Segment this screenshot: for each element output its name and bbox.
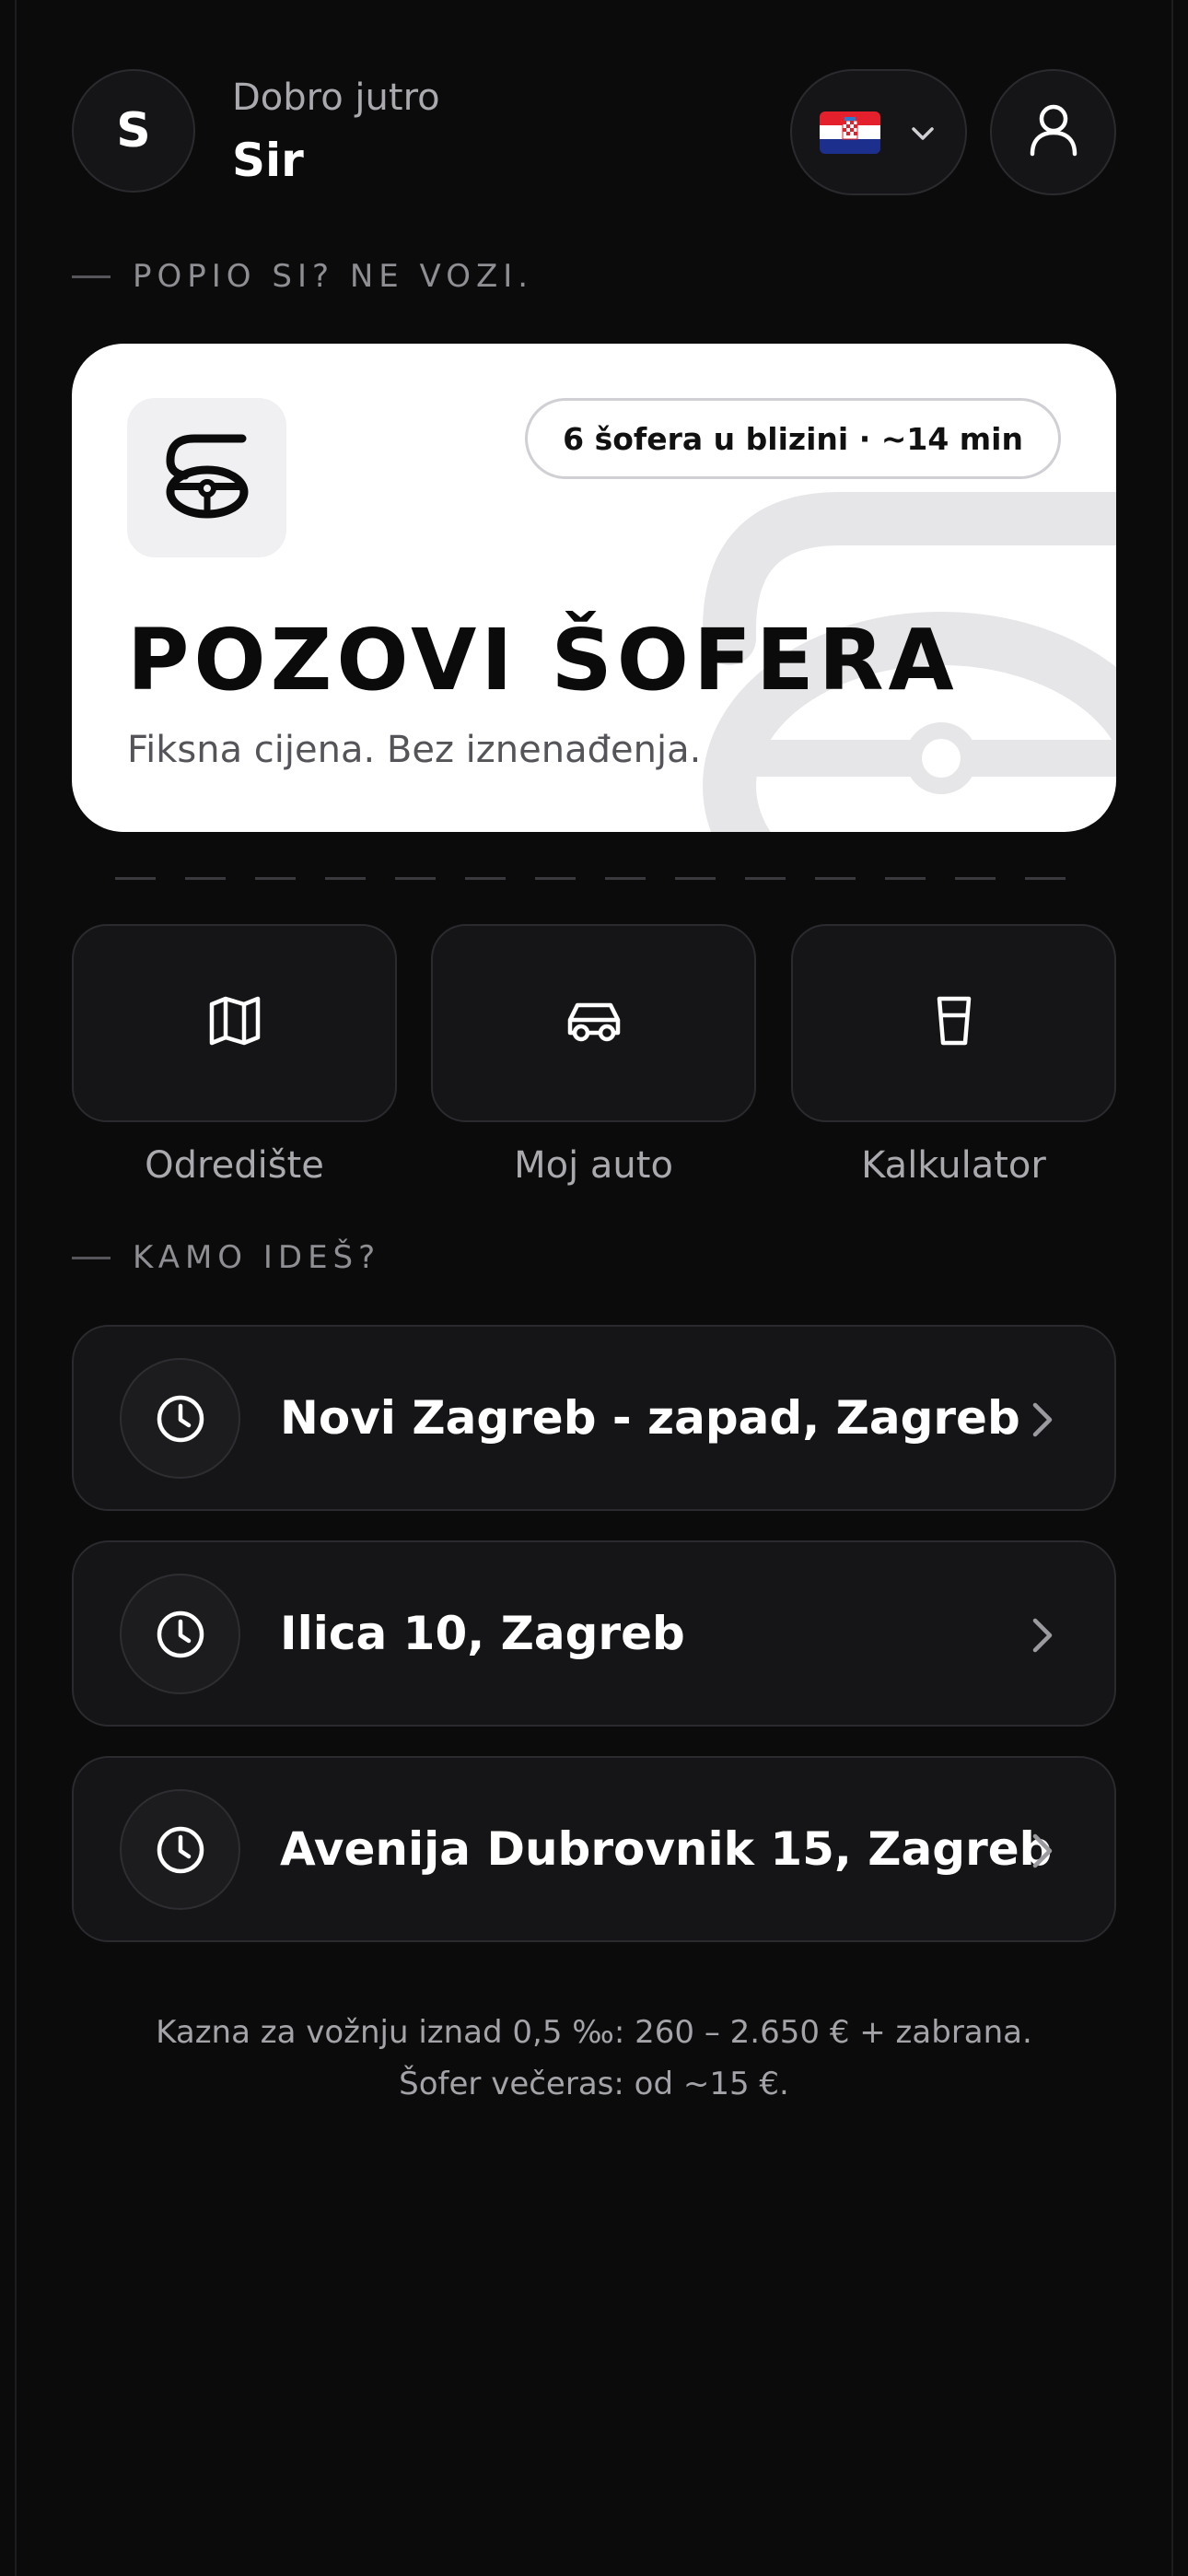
call-driver-title: POZOVI ŠOFERA — [127, 611, 959, 709]
penalty-info-footnote: Kazna za vožnju iznad 0,5 ‰: 260 – 2.650… — [156, 2014, 1032, 2102]
app-logo — [127, 398, 286, 557]
call-driver-card[interactable]: 6 šofera u blizini · ~14 min POZOVI ŠOFE… — [72, 344, 1116, 832]
map-icon — [207, 993, 262, 1053]
destination-button[interactable] — [72, 924, 397, 1122]
destination-address: Novi Zagreb - zapad, Zagreb — [280, 1391, 1020, 1445]
avatar[interactable]: S — [72, 69, 195, 193]
dashed-divider — [115, 877, 1073, 880]
steering-wheel-s-logo-icon — [163, 431, 251, 524]
chevron-right-icon — [1024, 1831, 1061, 1876]
quick-action-calculator: Kalkulator — [791, 924, 1116, 1187]
quick-action-my-car: Moj auto — [431, 924, 756, 1187]
intro-section-label: POPIO SI? NE VOZI. — [72, 258, 533, 295]
my-car-label: Moj auto — [514, 1144, 673, 1187]
quick-action-destination: Odredište — [72, 924, 397, 1187]
clock-icon — [120, 1789, 240, 1910]
label-dash — [72, 275, 111, 278]
recent-destination-item[interactable]: Novi Zagreb - zapad, Zagreb — [72, 1325, 1116, 1511]
frame-edge-left — [15, 0, 17, 2576]
greeting-text: Dobro jutro — [232, 76, 440, 119]
label-dash — [72, 1256, 111, 1259]
user-icon — [1028, 102, 1079, 162]
recent-destination-item[interactable]: Ilica 10, Zagreb — [72, 1540, 1116, 1727]
my-car-button[interactable] — [431, 924, 756, 1122]
glass-icon — [934, 993, 974, 1053]
chevron-right-icon — [1024, 1615, 1061, 1660]
clock-icon — [120, 1574, 240, 1694]
username-text: Sir — [232, 134, 304, 187]
intro-label-text: POPIO SI? NE VOZI. — [133, 258, 534, 295]
destinations-label-text: KAMO IDEŠ? — [133, 1239, 381, 1276]
destinations-section-label: KAMO IDEŠ? — [72, 1239, 380, 1276]
drivers-nearby-badge: 6 šofera u blizini · ~14 min — [525, 398, 1061, 479]
call-driver-subtitle: Fiksna cijena. Bez iznenađenja. — [127, 729, 702, 771]
destination-label: Odredište — [145, 1144, 324, 1187]
destination-address: Avenija Dubrovnik 15, Zagreb — [280, 1822, 1053, 1876]
clock-icon — [120, 1358, 240, 1479]
croatia-flag-icon — [820, 111, 880, 154]
calculator-button[interactable] — [791, 924, 1116, 1122]
language-selector-button[interactable] — [790, 69, 967, 195]
recent-destination-item[interactable]: Avenija Dubrovnik 15, Zagreb — [72, 1756, 1116, 1942]
header: S Dobro jutro Sir — [72, 69, 1116, 195]
profile-button[interactable] — [990, 69, 1116, 195]
chevron-down-icon — [906, 117, 939, 155]
chevron-right-icon — [1024, 1399, 1061, 1445]
frame-edge-right — [1171, 0, 1173, 2576]
car-icon — [565, 998, 623, 1048]
calculator-label: Kalkulator — [861, 1144, 1046, 1187]
destination-address: Ilica 10, Zagreb — [280, 1607, 685, 1660]
